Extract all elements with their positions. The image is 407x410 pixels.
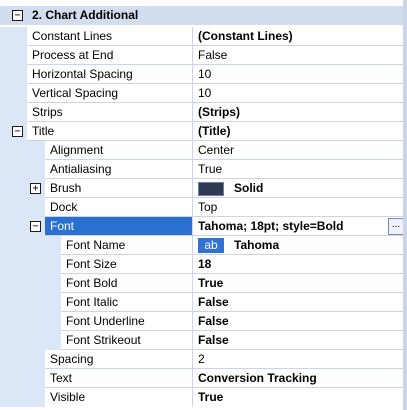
row-gutter	[0, 293, 61, 312]
property-value[interactable]: True	[193, 388, 407, 406]
property-name: Font	[45, 217, 192, 235]
row-gutter	[0, 369, 45, 388]
property-value[interactable]: True	[193, 160, 407, 178]
collapse-icon[interactable]: −	[12, 10, 23, 21]
category-title: 2. Chart Additional	[32, 8, 139, 22]
property-row-antialiasing[interactable]: Antialiasing True	[0, 160, 407, 179]
collapse-icon[interactable]: −	[30, 221, 41, 232]
row-gutter	[0, 198, 45, 217]
property-name: Visible	[45, 388, 192, 406]
property-row-constant-lines[interactable]: Constant Lines (Constant Lines)	[0, 27, 407, 46]
property-name: Font Bold	[61, 274, 192, 292]
row-gutter	[0, 350, 45, 369]
property-name: Title	[27, 122, 192, 140]
property-row-dock[interactable]: Dock Top	[0, 198, 407, 217]
property-name: Font Italic	[61, 293, 192, 311]
property-name: Font Underline	[61, 312, 192, 330]
category-chart-additional[interactable]: − 2. Chart Additional	[0, 6, 407, 25]
property-name: Strips	[27, 103, 192, 121]
property-row-process-at-end[interactable]: Process at End False	[0, 46, 407, 65]
property-value[interactable]: (Strips)	[193, 103, 407, 121]
property-row-title[interactable]: − Title (Title)	[0, 122, 407, 141]
property-value[interactable]: 18	[193, 255, 407, 273]
row-gutter	[0, 388, 45, 407]
property-row-font-underline[interactable]: Font Underline False	[0, 312, 407, 331]
row-gutter	[0, 160, 45, 179]
property-row-font-strikeout[interactable]: Font Strikeout False	[0, 331, 407, 350]
property-name: Text	[45, 369, 192, 387]
property-name: Font Strikeout	[61, 331, 192, 349]
property-row-spacing[interactable]: Spacing 2	[0, 350, 407, 369]
property-row-font-size[interactable]: Font Size 18	[0, 255, 407, 274]
row-gutter	[0, 141, 45, 160]
row-gutter	[0, 27, 27, 46]
row-gutter	[0, 274, 61, 293]
row-gutter	[0, 312, 61, 331]
property-grid: − 2. Chart Additional Constant Lines (Co…	[0, 0, 407, 410]
property-row-brush[interactable]: + Brush Solid	[0, 179, 407, 198]
property-value: Solid	[234, 181, 264, 195]
row-gutter	[0, 236, 61, 255]
row-gutter	[0, 46, 27, 65]
property-name: Antialiasing	[45, 160, 192, 178]
property-row-font-bold[interactable]: Font Bold True	[0, 274, 407, 293]
property-value[interactable]: 10	[193, 84, 407, 102]
font-sample-icon: ab	[198, 238, 224, 254]
property-name: Alignment	[45, 141, 192, 159]
property-value[interactable]: (Constant Lines)	[193, 27, 407, 45]
property-value[interactable]: False	[193, 46, 407, 64]
property-row-vertical-spacing[interactable]: Vertical Spacing 10	[0, 84, 407, 103]
property-row-font-name[interactable]: Font Name ab Tahoma	[0, 236, 407, 255]
property-row-visible[interactable]: Visible True	[0, 388, 407, 407]
property-value[interactable]: Conversion Tracking	[193, 369, 407, 387]
property-name: Spacing	[45, 350, 192, 368]
property-name: Font Name	[61, 236, 192, 254]
property-row-strips[interactable]: Strips (Strips)	[0, 103, 407, 122]
property-value-cell[interactable]: ab Tahoma	[193, 236, 407, 254]
row-gutter	[0, 84, 27, 103]
property-name: Constant Lines	[27, 27, 192, 45]
property-value[interactable]: Top	[193, 198, 407, 216]
property-value[interactable]: Tahoma; 18pt; style=Bold	[193, 217, 407, 235]
property-value[interactable]: False	[193, 293, 407, 311]
collapse-icon[interactable]: −	[12, 126, 23, 137]
property-value[interactable]: Center	[193, 141, 407, 159]
property-name: Dock	[45, 198, 192, 216]
property-row-font-italic[interactable]: Font Italic False	[0, 293, 407, 312]
expand-icon[interactable]: +	[30, 183, 41, 194]
property-row-text[interactable]: Text Conversion Tracking	[0, 369, 407, 388]
property-row-font[interactable]: − Font Tahoma; 18pt; style=Bold ...	[0, 217, 407, 236]
property-row-alignment[interactable]: Alignment Center	[0, 141, 407, 160]
property-name: Brush	[45, 179, 192, 197]
property-value[interactable]: False	[193, 312, 407, 330]
property-value: Tahoma	[234, 238, 280, 252]
row-gutter	[0, 65, 27, 84]
row-gutter	[0, 331, 61, 350]
property-value[interactable]: False	[193, 331, 407, 349]
property-name: Process at End	[27, 46, 192, 64]
row-gutter	[0, 255, 61, 274]
property-row-horizontal-spacing[interactable]: Horizontal Spacing 10	[0, 65, 407, 84]
property-value[interactable]: (Title)	[193, 122, 407, 140]
color-swatch	[198, 181, 224, 196]
property-value[interactable]: True	[193, 274, 407, 292]
property-value[interactable]: 2	[193, 350, 407, 368]
property-name: Vertical Spacing	[27, 84, 192, 102]
property-value-cell[interactable]: Solid	[193, 179, 407, 197]
ellipsis-button[interactable]: ...	[388, 218, 404, 235]
row-gutter	[0, 103, 27, 122]
property-name: Font Size	[61, 255, 192, 273]
property-name: Horizontal Spacing	[27, 65, 192, 83]
vertical-scrollbar[interactable]	[403, 0, 407, 410]
property-value[interactable]: 10	[193, 65, 407, 83]
